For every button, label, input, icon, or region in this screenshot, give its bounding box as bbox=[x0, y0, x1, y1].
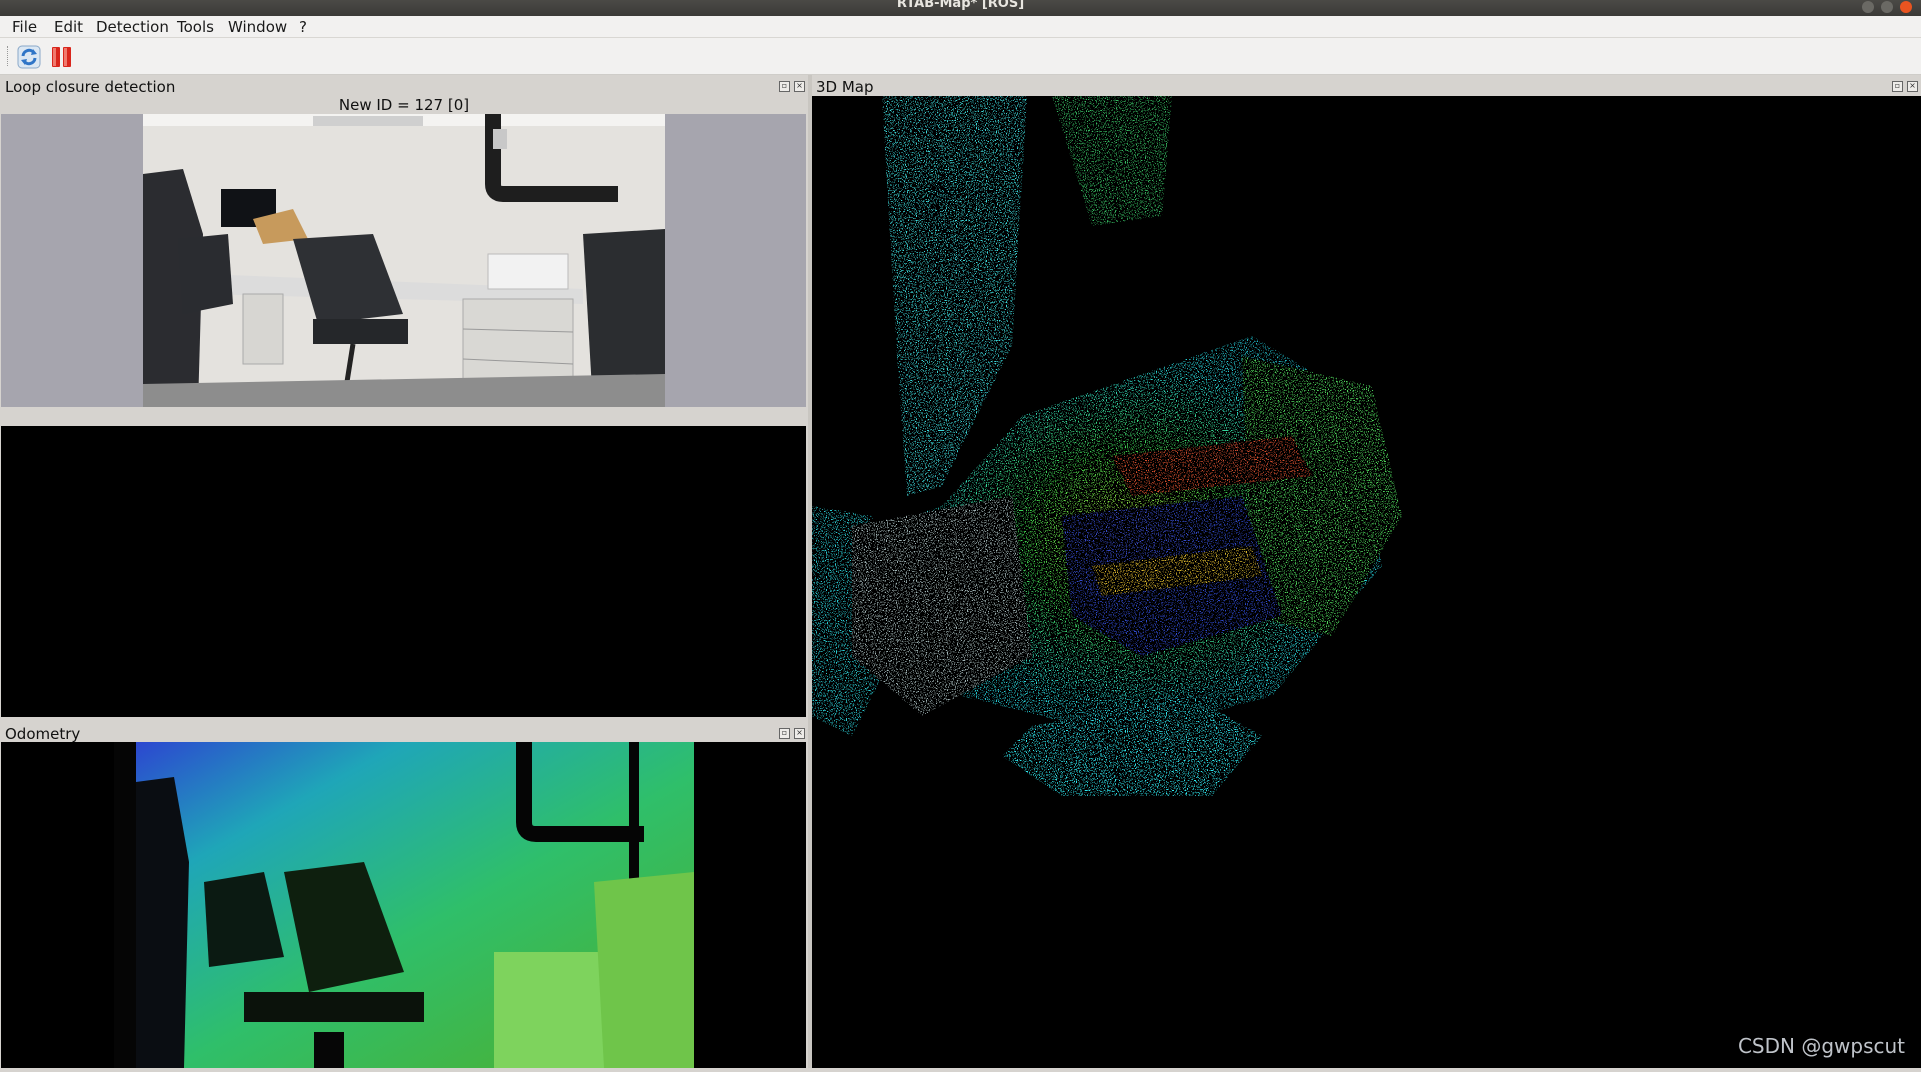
loop-close-icon[interactable]: × bbox=[794, 81, 805, 92]
odometry-float-icon[interactable]: ▫ bbox=[779, 728, 790, 739]
toolbar bbox=[0, 38, 1921, 75]
refresh-button[interactable] bbox=[16, 44, 42, 70]
odometry-panel-title: Odometry bbox=[5, 725, 81, 743]
loop-panel-title: Loop closure detection bbox=[5, 78, 176, 96]
watermark: CSDN @gwpscut bbox=[1737, 1034, 1905, 1058]
toolbar-grip bbox=[7, 46, 10, 66]
new-image-view[interactable] bbox=[1, 114, 806, 407]
map-close-icon[interactable]: × bbox=[1907, 81, 1918, 92]
window-title-bar: RTAB-Map* [ROS] bbox=[0, 0, 1921, 16]
menu-file[interactable]: File bbox=[10, 18, 39, 36]
office-rgb-image bbox=[143, 114, 665, 407]
close-window-icon[interactable] bbox=[1900, 1, 1912, 13]
loop-closure-image-view[interactable] bbox=[1, 426, 806, 717]
menu-window[interactable]: Window bbox=[226, 18, 289, 36]
refresh-icon bbox=[17, 45, 41, 69]
map-panel-title: 3D Map bbox=[816, 78, 874, 96]
3d-map-view[interactable]: CSDN @gwpscut bbox=[812, 96, 1921, 1068]
loop-float-icon[interactable]: ▫ bbox=[779, 81, 790, 92]
new-id-label: New ID = 127 [0] bbox=[338, 96, 470, 114]
menu-detection[interactable]: Detection bbox=[94, 18, 171, 36]
menu-bar: File Edit Detection Tools Window ? bbox=[0, 16, 1921, 38]
minimize-icon[interactable] bbox=[1862, 1, 1874, 13]
point-cloud bbox=[812, 96, 1402, 796]
pause-icon bbox=[52, 47, 71, 67]
menu-tools[interactable]: Tools bbox=[175, 18, 216, 36]
odometry-close-icon[interactable]: × bbox=[794, 728, 805, 739]
odometry-depth-image bbox=[114, 742, 694, 1068]
menu-edit[interactable]: Edit bbox=[52, 18, 85, 36]
pause-button[interactable] bbox=[49, 44, 75, 70]
window-title: RTAB-Map* [ROS] bbox=[896, 0, 1025, 11]
menu-help[interactable]: ? bbox=[297, 18, 309, 36]
odometry-image-view[interactable] bbox=[1, 742, 806, 1068]
maximize-icon[interactable] bbox=[1881, 1, 1893, 13]
map-float-icon[interactable]: ▫ bbox=[1892, 81, 1903, 92]
